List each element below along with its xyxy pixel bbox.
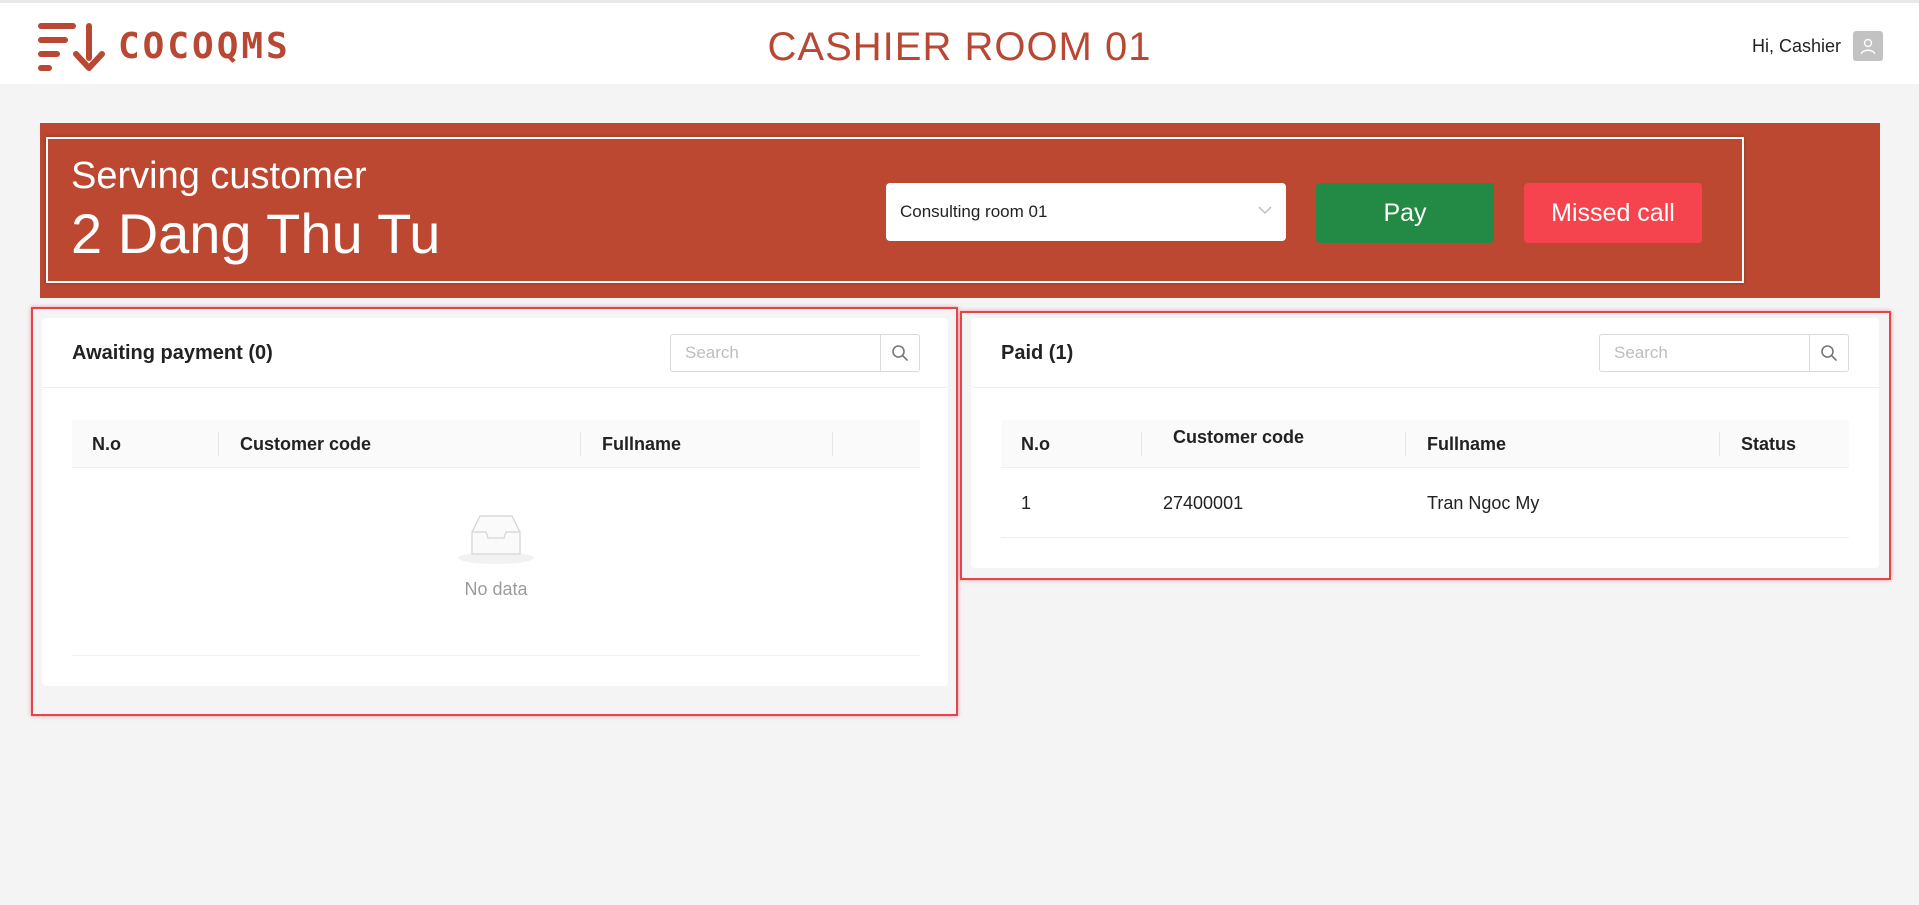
logo-text: COCOQMS [118,25,291,67]
paid-search-input[interactable] [1599,334,1809,372]
empty-state: No data [72,512,920,600]
awaiting-table-header: N.o Customer code Fullname [72,420,920,468]
queue-logo-icon [38,23,105,71]
avatar[interactable] [1853,31,1883,61]
search-icon [1821,345,1837,361]
row-customer-code: 27400001 [1163,493,1244,513]
column-fullname[interactable]: Fullname [1427,420,1506,468]
awaiting-search-button[interactable] [880,334,920,372]
pay-button[interactable]: Pay [1316,183,1494,243]
user-greeting: Hi, Cashier [1751,35,1841,56]
room-select[interactable]: Consulting room 01 [886,183,1286,241]
awaiting-title: Awaiting payment (0) [72,342,273,364]
column-no[interactable]: N.o [92,420,121,468]
awaiting-search-input[interactable] [670,334,880,372]
column-no[interactable]: N.o [1021,420,1050,468]
app-header: COCOQMS CASHIER ROOM 01 Hi, Cashier [0,0,1919,84]
empty-text: No data [464,579,528,599]
row-no: 1 [1021,493,1032,513]
serving-customer-name: 2 Dang Thu Tu [71,202,441,265]
column-customer-code[interactable]: Customer code [1173,420,1304,468]
paid-search [1599,334,1849,372]
paid-panel: Paid (1) N.o Customer code Fullname Stat… [971,318,1879,568]
serving-box: Serving customer 2 Dang Thu Tu Consultin… [46,137,1744,283]
column-customer-code[interactable]: Customer code [240,420,371,468]
awaiting-panel-header: Awaiting payment (0) [42,318,948,388]
paid-title: Paid (1) [1001,342,1074,364]
user-menu[interactable]: Hi, Cashier [1752,31,1883,61]
column-divider [580,432,581,456]
missed-call-button[interactable]: Missed call [1524,183,1702,243]
empty-inbox-icon [458,515,534,564]
awaiting-table-body: No data [72,468,920,656]
column-divider [1141,432,1142,456]
paid-table-header: N.o Customer code Fullname Status [1001,420,1849,468]
column-divider [1405,432,1406,456]
paid-panel-header: Paid (1) [971,318,1879,388]
table-row[interactable]: 1 27400001 Tran Ngoc My [1001,468,1849,538]
serving-banner: Serving customer 2 Dang Thu Tu Consultin… [40,123,1880,298]
awaiting-payment-panel: Awaiting payment (0) N.o Customer code F… [42,318,948,686]
paid-search-button[interactable] [1809,334,1849,372]
logo[interactable]: COCOQMS [36,19,291,73]
room-select-value: Consulting room 01 [900,202,1048,221]
row-fullname: Tran Ngoc My [1427,493,1540,513]
serving-label: Serving customer [71,155,367,197]
user-icon [1860,38,1876,55]
column-divider [218,432,219,456]
column-divider [1719,432,1720,456]
awaiting-search [670,334,920,372]
chevron-down-icon [1258,206,1272,215]
column-fullname[interactable]: Fullname [602,420,681,468]
search-icon [892,345,908,361]
column-divider [832,432,833,456]
column-status[interactable]: Status [1741,420,1796,468]
